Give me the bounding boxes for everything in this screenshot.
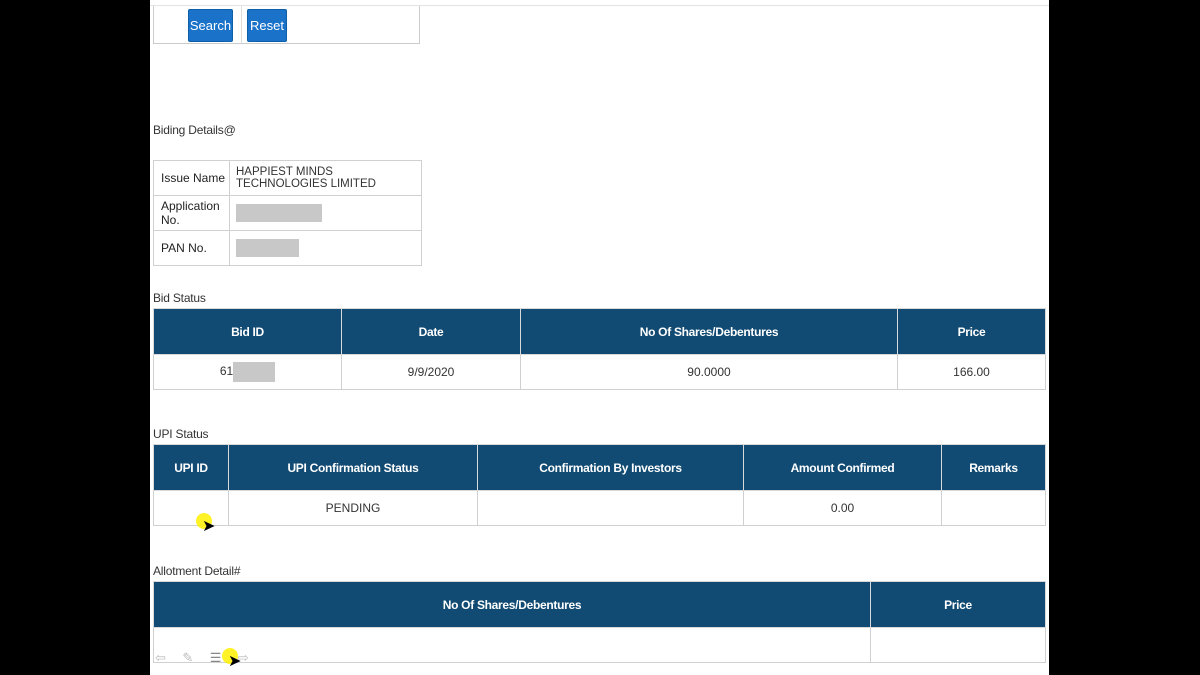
search-button[interactable]: Search: [188, 9, 233, 42]
reset-button[interactable]: Reset: [247, 9, 287, 42]
table-header-row: UPI ID UPI Confirmation Status Confirmat…: [153, 444, 1046, 491]
table-row: Issue Name HAPPIEST MINDS TECHNOLOGIES L…: [153, 160, 422, 196]
table-row: PAN No.: [153, 230, 422, 266]
back-arrow-icon[interactable]: ⇦: [155, 650, 166, 666]
column-header: Price: [897, 308, 1046, 355]
bid-status-table: Bid ID Date No Of Shares/Debentures Pric…: [153, 308, 1046, 390]
bid-id-prefix: 61: [219, 364, 234, 379]
table-row: Application No.: [153, 195, 422, 231]
pan-no-value: [229, 230, 422, 266]
mouse-pointer-icon: ➤: [228, 653, 242, 670]
column-header: Bid ID: [153, 308, 342, 355]
issue-name-value: HAPPIEST MINDS TECHNOLOGIES LIMITED: [229, 160, 422, 196]
column-header: Price: [870, 581, 1046, 628]
table-header-row: No Of Shares/Debentures Price: [153, 581, 1046, 628]
bid-status-label: Bid Status: [153, 291, 206, 305]
mouse-pointer-icon: ➤: [202, 518, 216, 535]
shares-cell: 90.0000: [520, 354, 898, 390]
table-row: PENDING 0.00: [153, 490, 1046, 526]
column-header: Confirmation By Investors: [477, 444, 744, 491]
edit-icon[interactable]: ✎: [182, 650, 193, 666]
table-header-row: Bid ID Date No Of Shares/Debentures Pric…: [153, 308, 1046, 355]
allotment-label: Allotment Detail#: [153, 564, 241, 578]
list-icon[interactable]: ☰: [210, 650, 222, 666]
column-header: UPI Confirmation Status: [228, 444, 478, 491]
price-cell: 166.00: [897, 354, 1046, 390]
redacted-block: [233, 362, 276, 382]
bid-id-cell: 61: [153, 354, 342, 390]
column-header: Remarks: [941, 444, 1046, 491]
remarks-cell: [941, 490, 1046, 526]
column-header: Date: [341, 308, 521, 355]
search-actions: Search Reset: [153, 6, 420, 44]
amount-cell: 0.00: [743, 490, 942, 526]
upi-status-cell: PENDING: [228, 490, 478, 526]
page: Search Reset Biding Details@ Issue Name …: [150, 0, 1049, 675]
issue-name-label: Issue Name: [153, 160, 230, 196]
upi-status-label: UPI Status: [153, 427, 209, 441]
bidding-details-table: Issue Name HAPPIEST MINDS TECHNOLOGIES L…: [153, 160, 422, 266]
price-cell: [870, 627, 1046, 663]
application-no-value: [229, 195, 422, 231]
redacted-block: [236, 239, 299, 257]
shares-cell: [153, 627, 871, 663]
column-header: No Of Shares/Debentures: [153, 581, 871, 628]
confirmation-cell: [477, 490, 744, 526]
viewer-toolbar: ⇦ ✎ ☰ ⇨: [155, 649, 261, 667]
date-cell: 9/9/2020: [341, 354, 521, 390]
divider: [241, 6, 242, 43]
upi-status-table: UPI ID UPI Confirmation Status Confirmat…: [153, 444, 1046, 526]
column-header: No Of Shares/Debentures: [520, 308, 898, 355]
upi-id-cell: [153, 490, 229, 526]
bidding-details-label: Biding Details@: [153, 123, 236, 137]
allotment-table: No Of Shares/Debentures Price: [153, 581, 1046, 663]
pan-no-label: PAN No.: [153, 230, 230, 266]
column-header: UPI ID: [153, 444, 229, 491]
application-no-label: Application No.: [153, 195, 230, 231]
redacted-block: [236, 204, 322, 222]
column-header: Amount Confirmed: [743, 444, 942, 491]
table-row: [153, 627, 1046, 663]
table-row: 61 9/9/2020 90.0000 166.00: [153, 354, 1046, 390]
